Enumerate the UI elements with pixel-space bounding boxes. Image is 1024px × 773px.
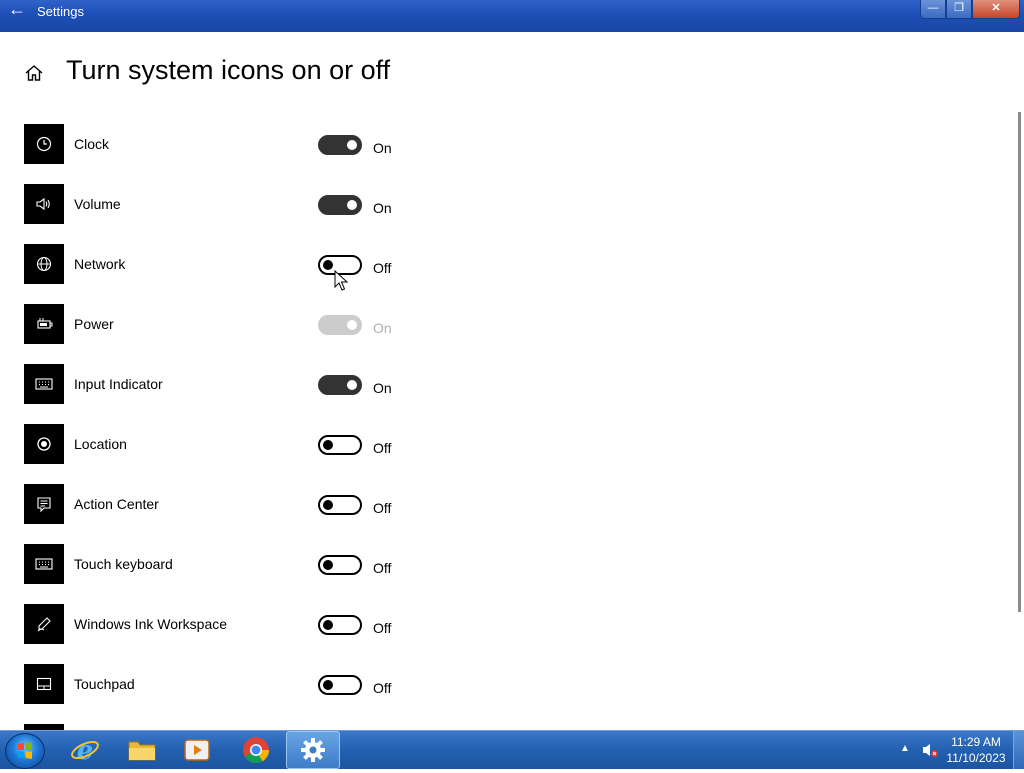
minimize-button[interactable]: — (920, 0, 946, 19)
toggle-state-text: On (373, 320, 392, 336)
toggle-state-text: Off (373, 560, 392, 576)
setting-label: Power (74, 316, 114, 332)
location-toggle[interactable] (318, 435, 362, 455)
window-controls: — ❐ ✕ (920, 0, 1020, 19)
file-explorer-icon (128, 741, 156, 761)
power-toggle[interactable] (318, 315, 362, 335)
touch-keyboard-icon (24, 544, 64, 584)
setting-label: Windows Ink Workspace (74, 616, 228, 632)
settings-gear-icon (301, 738, 325, 762)
setting-label: Network (74, 256, 126, 272)
action-center-toggle[interactable] (318, 495, 362, 515)
touchpad-icon (24, 664, 64, 704)
setting-row-network: Network Off (24, 244, 424, 284)
setting-row-touch-keyboard: Touch keyboard Off (24, 544, 424, 584)
location-icon (24, 424, 64, 464)
setting-row-touchpad: Touchpad Off (24, 664, 424, 704)
setting-label: Clock (74, 136, 110, 152)
restore-button[interactable]: ❐ (946, 0, 972, 19)
scrollbar[interactable] (1018, 112, 1021, 612)
setting-row-power: Power On (24, 304, 424, 344)
toggle-state-text: Off (373, 680, 392, 696)
setting-row-volume: Volume On (24, 184, 424, 224)
internet-explorer-icon: e (71, 736, 99, 765)
volume-icon (24, 184, 64, 224)
windows-ink-toggle[interactable] (318, 615, 362, 635)
system-clock[interactable]: 11:29 AM 11/10/2023 (945, 734, 1007, 766)
svg-text:e: e (77, 736, 94, 765)
setting-label: Input Indicator (74, 376, 163, 392)
keyboard-icon (24, 364, 64, 404)
volume-muted-icon[interactable] (921, 741, 939, 759)
show-desktop-button[interactable] (1013, 731, 1024, 769)
taskbar-media-player[interactable] (170, 731, 224, 769)
media-player-icon (184, 739, 210, 761)
taskbar-chrome[interactable] (229, 731, 283, 769)
setting-label: Action Center (74, 496, 159, 512)
taskbar-file-explorer[interactable] (115, 731, 169, 769)
title-bar: ← Settings — ❐ ✕ (0, 0, 1024, 32)
volume-toggle[interactable] (318, 195, 362, 215)
setting-row-action-center: Action Center Off (24, 484, 424, 524)
setting-label: Touch keyboard (74, 556, 173, 572)
toggle-state-text: Off (373, 620, 392, 636)
close-button[interactable]: ✕ (972, 0, 1020, 19)
clock-toggle[interactable] (318, 135, 362, 155)
toggle-state-text: On (373, 140, 392, 156)
system-icons-list: Clock On Volume On Network Off Power On … (24, 124, 424, 750)
setting-row-clock: Clock On (24, 124, 424, 164)
setting-row-location: Location Off (24, 424, 424, 464)
touch-keyboard-toggle[interactable] (318, 555, 362, 575)
toggle-state-text: Off (373, 440, 392, 456)
clock-icon (24, 124, 64, 164)
window-title: Settings (37, 4, 84, 19)
input-indicator-toggle[interactable] (318, 375, 362, 395)
taskbar-settings[interactable] (286, 731, 340, 769)
pen-icon (24, 604, 64, 644)
taskbar-internet-explorer[interactable]: e (58, 731, 112, 769)
toggle-state-text: Off (373, 260, 392, 276)
mouse-cursor-icon (334, 270, 348, 291)
setting-label: Touchpad (74, 676, 135, 692)
battery-icon (24, 304, 64, 344)
chrome-icon (243, 737, 270, 764)
toggle-state-text: On (373, 380, 392, 396)
taskbar: e ▲ 11:29 AM 11/10/2023 (0, 730, 1024, 769)
setting-row-input-indicator: Input Indicator On (24, 364, 424, 404)
toggle-state-text: On (373, 200, 392, 216)
start-button[interactable] (5, 733, 45, 769)
globe-icon (24, 244, 64, 284)
show-hidden-icons-button[interactable]: ▲ (900, 743, 910, 754)
setting-label: Volume (74, 196, 121, 212)
page-title: Turn system icons on or off (66, 55, 391, 85)
windows-logo-icon (18, 742, 32, 759)
action-center-icon (24, 484, 64, 524)
clock-date: 11/10/2023 (946, 751, 1006, 765)
setting-label: Location (74, 436, 127, 452)
home-icon[interactable] (24, 63, 44, 83)
setting-row-windows-ink: Windows Ink Workspace Off (24, 604, 424, 644)
back-button[interactable]: ← (4, 0, 30, 22)
clock-time: 11:29 AM (951, 735, 1001, 749)
touchpad-toggle[interactable] (318, 675, 362, 695)
toggle-state-text: Off (373, 500, 392, 516)
